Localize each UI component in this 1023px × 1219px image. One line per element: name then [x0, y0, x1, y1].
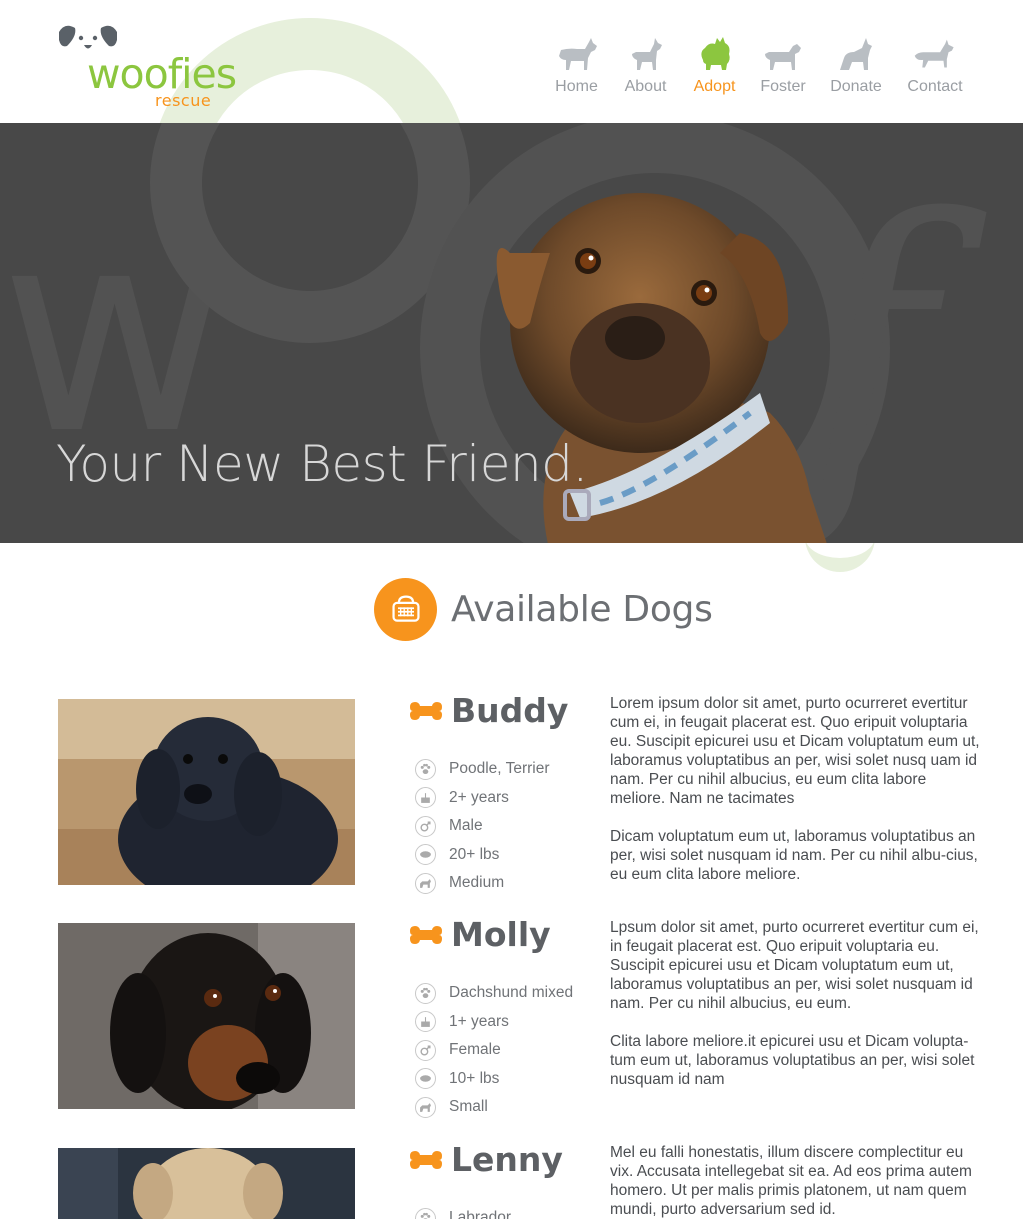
logo-wordmark: woofies [87, 50, 237, 98]
bone-icon [410, 701, 442, 720]
description-paragraph: Dicam voluptatum eum ut, laboramus volup… [610, 828, 978, 883]
site-header: woofies rescue Home About Adopt Foster D… [0, 0, 1023, 123]
hero-title: Your New Best Friend. [56, 435, 588, 493]
main-nav: Home About Adopt Foster Donate Contact [542, 34, 975, 96]
gender-icon [415, 815, 436, 837]
nav-item-adopt[interactable]: Adopt [680, 34, 749, 96]
trait-value: Male [449, 817, 483, 835]
description-paragraph: Lpsum dolor sit amet, purto ocurreret ev… [610, 919, 979, 1012]
trait-value: 10+ lbs [449, 1069, 500, 1087]
trait-breed: Labrador [415, 1204, 511, 1219]
trait-age: 1+ years [415, 1008, 573, 1037]
dog-description: Mel eu falli honestatis, illum discere c… [610, 1143, 982, 1219]
cake-icon [415, 787, 436, 809]
gender-icon [415, 1039, 436, 1061]
logo[interactable]: woofies rescue [57, 24, 237, 114]
dog-photo[interactable] [58, 699, 355, 885]
cake-icon [415, 1011, 436, 1033]
trait-value: Poodle, Terrier [449, 760, 550, 778]
dog-name-heading: Molly [409, 915, 551, 954]
section-title: Available Dogs [451, 589, 713, 630]
logo-subtitle: rescue [155, 91, 212, 110]
nav-label: Donate [830, 78, 882, 95]
weight-icon [415, 844, 436, 866]
trait-value: Female [449, 1041, 501, 1059]
dog-photo[interactable] [58, 923, 355, 1109]
trait-list: Poodle, Terrier 2+ years Male 20+ lbs Me… [415, 755, 550, 898]
nav-item-donate[interactable]: Donate [817, 34, 895, 96]
description-paragraph: Lorem ipsum dolor sit amet, purto ocurre… [610, 695, 980, 807]
description-paragraph: Clita labore meliore.it epicurei usu et … [610, 1033, 975, 1088]
paw-icon [415, 758, 436, 780]
trait-gender: Female [415, 1036, 573, 1065]
bone-icon [410, 1150, 442, 1169]
pet-carrier-icon [374, 578, 437, 641]
dog-name-heading: Buddy [409, 691, 568, 730]
dog-photo[interactable] [58, 1148, 355, 1219]
trait-weight: 10+ lbs [415, 1065, 573, 1094]
trait-size: Small [415, 1093, 573, 1122]
dog-name: Lenny [451, 1140, 563, 1179]
dog-name: Molly [451, 915, 551, 954]
trait-age: 2+ years [415, 784, 550, 813]
trait-value: Labrador [449, 1209, 512, 1219]
dog-silhouette-icon [700, 37, 730, 70]
paw-icon [415, 982, 436, 1004]
trait-gender: Male [415, 812, 550, 841]
dog-silhouette-icon [558, 38, 597, 70]
size-icon [415, 872, 436, 894]
size-icon [415, 1096, 436, 1118]
trait-value: Small [449, 1098, 488, 1116]
bone-icon [410, 925, 442, 944]
trait-value: 2+ years [449, 788, 509, 806]
trait-list: Labrador [415, 1204, 511, 1219]
paw-icon [415, 1207, 436, 1219]
trait-size: Medium [415, 869, 550, 898]
trait-weight: 20+ lbs [415, 841, 550, 870]
dog-silhouette-icon [631, 38, 662, 70]
nav-label: Home [555, 78, 598, 95]
dog-description: Lorem ipsum dolor sit amet, purto ocurre… [610, 694, 982, 884]
nav-label: Adopt [693, 78, 736, 95]
section-header: Available Dogs [374, 578, 713, 641]
nav-item-home[interactable]: Home [542, 34, 611, 96]
weight-icon [415, 1068, 436, 1090]
hero-banner: w f Your New Best Friend. [0, 123, 1023, 543]
nav-label: Contact [907, 78, 963, 95]
nav-item-foster[interactable]: Foster [749, 34, 817, 96]
description-paragraph: Mel eu falli honestatis, illum discere c… [610, 1144, 972, 1218]
dog-silhouette-icon [765, 44, 801, 70]
trait-list: Dachshund mixed 1+ years Female 10+ lbs … [415, 979, 573, 1122]
dog-silhouette-icon [840, 38, 872, 70]
dog-name-heading: Lenny [409, 1140, 563, 1179]
trait-breed: Dachshund mixed [415, 979, 573, 1008]
trait-value: 20+ lbs [449, 845, 500, 863]
trait-value: Dachshund mixed [449, 984, 574, 1002]
nav-label: About [624, 78, 667, 95]
dog-silhouette-icon [914, 39, 954, 68]
trait-value: 1+ years [449, 1012, 509, 1030]
nav-label: Foster [760, 78, 806, 95]
dog-description: Lpsum dolor sit amet, purto ocurreret ev… [610, 918, 982, 1089]
nav-item-contact[interactable]: Contact [895, 34, 975, 96]
dog-name: Buddy [451, 691, 569, 730]
trait-value: Medium [449, 874, 505, 892]
nav-item-about[interactable]: About [611, 34, 680, 96]
trait-breed: Poodle, Terrier [415, 755, 550, 784]
